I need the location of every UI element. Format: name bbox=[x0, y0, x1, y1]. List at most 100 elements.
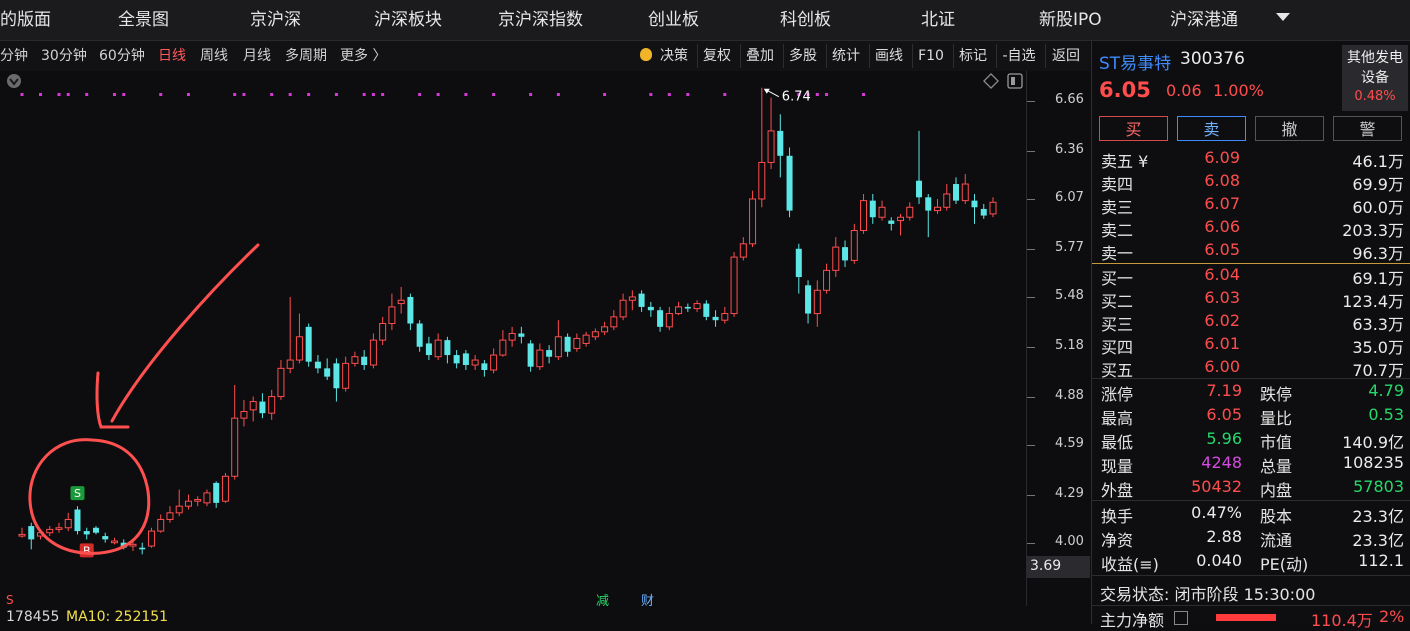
candle bbox=[730, 252, 738, 317]
stat-label: 跌停 bbox=[1260, 385, 1293, 404]
tool-f10[interactable]: F10 bbox=[912, 44, 949, 68]
nav-item-index[interactable]: 京沪深指数 bbox=[498, 0, 583, 40]
bid-level-price[interactable]: 6.04 bbox=[1192, 265, 1240, 284]
tag-finance[interactable]: 财 bbox=[641, 590, 654, 609]
ask-level-label: 卖四 bbox=[1101, 175, 1134, 194]
signal-badge-s[interactable]: S bbox=[70, 486, 85, 501]
list-icon[interactable] bbox=[1174, 611, 1188, 625]
bid-level-price[interactable]: 6.00 bbox=[1192, 357, 1240, 376]
tag-reduce[interactable]: 减 bbox=[596, 590, 609, 609]
ask-level-price[interactable]: 6.09 bbox=[1192, 148, 1240, 167]
candle bbox=[749, 190, 757, 248]
ask-level-label: 卖三 bbox=[1101, 198, 1134, 217]
candle-body-up bbox=[166, 512, 174, 520]
stat-value: 7.19 bbox=[1206, 381, 1242, 400]
stock-name[interactable]: ST易事特 bbox=[1099, 49, 1171, 74]
candle-body-down bbox=[83, 531, 90, 535]
period-weekly[interactable]: 周线 bbox=[200, 41, 228, 71]
candle-body-up bbox=[823, 269, 831, 291]
candle-body-up bbox=[240, 411, 248, 419]
candle-body-down bbox=[869, 200, 876, 218]
period-monthly[interactable]: 月线 bbox=[243, 41, 271, 71]
tool-watchlist[interactable]: -自选 bbox=[996, 44, 1041, 68]
nav-item-layout[interactable]: 的版面 bbox=[0, 0, 51, 40]
tool-overlay[interactable]: 叠加 bbox=[740, 44, 779, 68]
nav-item-ipo[interactable]: 新股IPO bbox=[1039, 0, 1102, 40]
ask-level-price[interactable]: 6.05 bbox=[1192, 240, 1240, 259]
bid-level-price[interactable]: 6.01 bbox=[1192, 334, 1240, 353]
signal-dot bbox=[38, 93, 42, 96]
period-60min[interactable]: 60分钟 bbox=[99, 41, 145, 71]
tool-back[interactable]: 返回 bbox=[1045, 44, 1086, 68]
candle-body-down bbox=[703, 303, 710, 317]
candle bbox=[573, 333, 581, 352]
candle-body-down bbox=[333, 363, 340, 389]
nav-item-sector[interactable]: 沪深板块 bbox=[374, 0, 442, 40]
stat-value: 23.3亿 bbox=[1352, 531, 1404, 550]
period-minute[interactable]: 分钟 bbox=[0, 41, 28, 71]
price-axis-mark bbox=[1027, 198, 1035, 200]
divider-3 bbox=[1092, 575, 1410, 576]
chart-menu-icon[interactable] bbox=[7, 74, 21, 88]
buy-button[interactable]: 买 bbox=[1099, 116, 1168, 141]
industry-box[interactable]: 其他发电 设备 0.48% bbox=[1342, 45, 1408, 111]
nav-item-star-market[interactable]: 科创板 bbox=[780, 0, 831, 40]
candle-body-up bbox=[249, 401, 257, 411]
candle bbox=[305, 323, 312, 367]
price-axis-mark bbox=[1027, 248, 1035, 250]
signal-badge-b[interactable]: B bbox=[79, 543, 94, 558]
ask-level-price[interactable]: 6.08 bbox=[1192, 171, 1240, 190]
candle bbox=[342, 356, 350, 392]
tool-multi-stock[interactable]: 多股 bbox=[783, 44, 822, 68]
nav-item-panorama[interactable]: 全景图 bbox=[118, 0, 169, 40]
candle bbox=[55, 522, 63, 533]
sell-button[interactable]: 卖 bbox=[1177, 116, 1246, 141]
tool-decision[interactable]: 决策 bbox=[656, 44, 692, 68]
candle bbox=[657, 306, 664, 332]
candle-body-down bbox=[925, 197, 932, 211]
candle bbox=[240, 399, 248, 427]
stat-label: 内盘 bbox=[1260, 481, 1293, 500]
candle bbox=[361, 350, 368, 371]
nav-item-bj-sh-sz[interactable]: 京沪深 bbox=[250, 0, 301, 40]
nav-item-gem[interactable]: 创业板 bbox=[648, 0, 699, 40]
stat-label: 股本 bbox=[1260, 507, 1293, 526]
diamond-icon[interactable] bbox=[983, 73, 999, 89]
cancel-order-button[interactable]: 撤 bbox=[1255, 116, 1324, 141]
bid-level-price[interactable]: 6.02 bbox=[1192, 311, 1240, 330]
signal-dot bbox=[362, 93, 366, 96]
stat-label: 外盘 bbox=[1101, 481, 1134, 500]
nav-item-beizheng[interactable]: 北证 bbox=[921, 0, 955, 40]
tool-mark[interactable]: 标记 bbox=[953, 44, 992, 68]
ask-level-price[interactable]: 6.07 bbox=[1192, 194, 1240, 213]
ask-level-price[interactable]: 6.06 bbox=[1192, 217, 1240, 236]
nav-item-hk-connect[interactable]: 沪深港通 bbox=[1170, 0, 1238, 40]
main-flow-bar bbox=[1216, 614, 1276, 621]
tool-statistics[interactable]: 统计 bbox=[826, 44, 865, 68]
period-multi[interactable]: 多周期 bbox=[285, 41, 327, 71]
alert-button[interactable]: 警 bbox=[1333, 116, 1402, 141]
candle-body-down bbox=[518, 333, 525, 337]
candle bbox=[268, 389, 276, 420]
candle bbox=[139, 542, 146, 555]
tool-adjust[interactable]: 复权 bbox=[697, 44, 736, 68]
candle bbox=[213, 481, 220, 508]
candlestick-chart[interactable]: S B 6.74 bbox=[0, 71, 1026, 606]
signal-dot bbox=[186, 93, 190, 96]
nav-dropdown-icon[interactable] bbox=[1276, 13, 1290, 21]
period-daily[interactable]: 日线 bbox=[158, 41, 186, 71]
candle bbox=[231, 384, 239, 480]
candle-body-up bbox=[388, 306, 396, 325]
stat-value: 2.88 bbox=[1206, 527, 1242, 546]
period-30min[interactable]: 30分钟 bbox=[41, 41, 87, 71]
period-more[interactable]: 更多 〉 bbox=[340, 41, 386, 71]
bid-level-price[interactable]: 6.03 bbox=[1192, 288, 1240, 307]
candle bbox=[888, 217, 895, 231]
tool-draw-line[interactable]: 画线 bbox=[869, 44, 908, 68]
candle bbox=[527, 340, 534, 372]
candle-body-up bbox=[268, 396, 276, 414]
candle-body-up bbox=[813, 289, 821, 315]
candle-body-up bbox=[721, 313, 729, 321]
stat-value: 23.3亿 bbox=[1352, 507, 1404, 526]
price-axis-mark bbox=[1027, 296, 1035, 298]
